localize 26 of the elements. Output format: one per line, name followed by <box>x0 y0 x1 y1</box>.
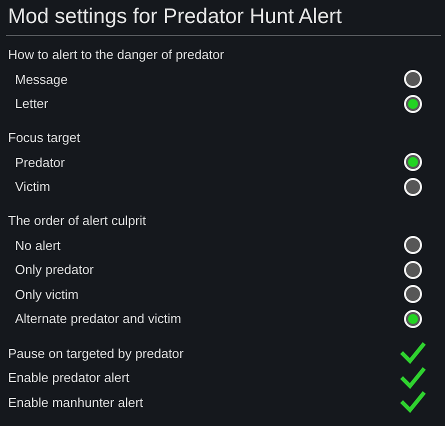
window-title: Mod settings for Predator Hunt Alert <box>8 4 343 30</box>
checkbox[interactable] <box>400 342 426 364</box>
radio-button[interactable] <box>404 260 422 279</box>
option-label: Message <box>14 72 68 87</box>
option-label: No alert <box>14 238 61 253</box>
section-heading: How to alert to the danger of predator <box>8 46 226 64</box>
radio-button[interactable] <box>404 285 422 304</box>
option-label: Only predator <box>14 262 94 278</box>
radio-button[interactable] <box>404 178 422 196</box>
radio-button[interactable] <box>404 94 422 113</box>
radio-button[interactable] <box>404 310 422 328</box>
option-label: Alternate predator and victim <box>14 311 182 326</box>
radio-button[interactable] <box>404 70 422 88</box>
section-heading: The order of alert culprit <box>8 212 148 230</box>
radio-button[interactable] <box>404 153 422 172</box>
checkbox[interactable] <box>400 366 426 389</box>
option-label: Only victim <box>14 286 79 302</box>
setting-label: Enable predator alert <box>8 370 130 386</box>
setting-label: Enable manhunter alert <box>8 394 144 410</box>
checkbox[interactable] <box>400 391 426 414</box>
option-label: Predator <box>14 154 65 170</box>
setting-label: Pause on targeted by predator <box>8 346 184 361</box>
option-label: Letter <box>14 96 48 112</box>
radio-button[interactable] <box>404 236 422 254</box>
option-label: Victim <box>14 179 50 194</box>
section-heading: Focus target <box>8 129 82 147</box>
